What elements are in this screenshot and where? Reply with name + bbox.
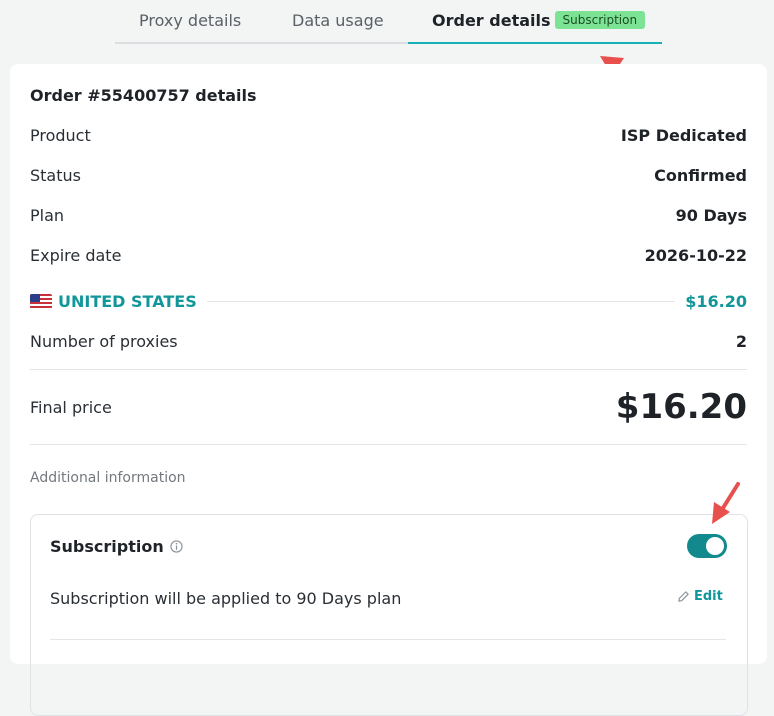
order-row-plan: Plan 90 Days [30, 203, 747, 227]
active-tab-indicator [408, 42, 662, 44]
subscription-description: Subscription will be applied to 90 Days … [50, 589, 402, 608]
final-price-row: Final price $16.20 [30, 382, 747, 432]
row-value: ISP Dedicated [620, 125, 747, 145]
final-price-label: Final price [30, 397, 112, 417]
row-value: 2026-10-22 [644, 245, 747, 265]
edit-subscription-button[interactable]: Edit [677, 589, 723, 604]
subscription-title-text: Subscription [50, 537, 164, 556]
country-name: UNITED STATES [58, 291, 197, 311]
order-row-proxies: Number of proxies 2 [30, 329, 747, 353]
order-row-country: UNITED STATES $16.20 [30, 289, 747, 313]
info-icon[interactable] [170, 540, 183, 553]
leader-line [206, 300, 676, 302]
final-price-value: $16.20 [615, 387, 747, 427]
subscription-toggle[interactable] [687, 534, 727, 558]
tab-bar: Proxy details Data usage Order details Su… [115, 0, 662, 44]
row-label: Number of proxies [30, 331, 178, 351]
row-label: Expire date [30, 245, 122, 265]
order-row-product: Product ISP Dedicated [30, 123, 747, 147]
us-flag-icon [30, 293, 52, 309]
edit-label: Edit [694, 589, 723, 604]
toggle-knob [706, 537, 724, 555]
order-row-status: Status Confirmed [30, 163, 747, 187]
subscription-badge: Subscription [554, 11, 646, 29]
tab-order-details-label: Order details [432, 11, 551, 30]
subscription-title: Subscription [50, 537, 183, 556]
pencil-icon [678, 591, 689, 602]
order-details-card: Order #55400757 details Product ISP Dedi… [10, 64, 767, 716]
additional-info-heading: Additional information [30, 470, 186, 486]
row-value: 2 [735, 331, 747, 351]
row-label: Status [30, 165, 81, 185]
divider [30, 444, 747, 445]
subscription-panel: Subscription Subscription will be applie… [30, 514, 748, 716]
country-label: UNITED STATES [30, 292, 197, 311]
tab-proxy-details[interactable]: Proxy details [139, 11, 241, 30]
row-label: Product [30, 125, 91, 145]
order-title: Order #55400757 details [30, 86, 257, 105]
country-price: $16.20 [685, 291, 747, 311]
tab-order-details[interactable]: Order details Subscription [432, 11, 646, 30]
tab-data-usage[interactable]: Data usage [292, 11, 384, 30]
row-label: Plan [30, 205, 65, 225]
order-row-expire-date: Expire date 2026-10-22 [30, 243, 747, 267]
divider [50, 639, 726, 640]
row-value: Confirmed [654, 165, 747, 185]
divider [30, 369, 747, 370]
row-value: 90 Days [675, 205, 747, 225]
